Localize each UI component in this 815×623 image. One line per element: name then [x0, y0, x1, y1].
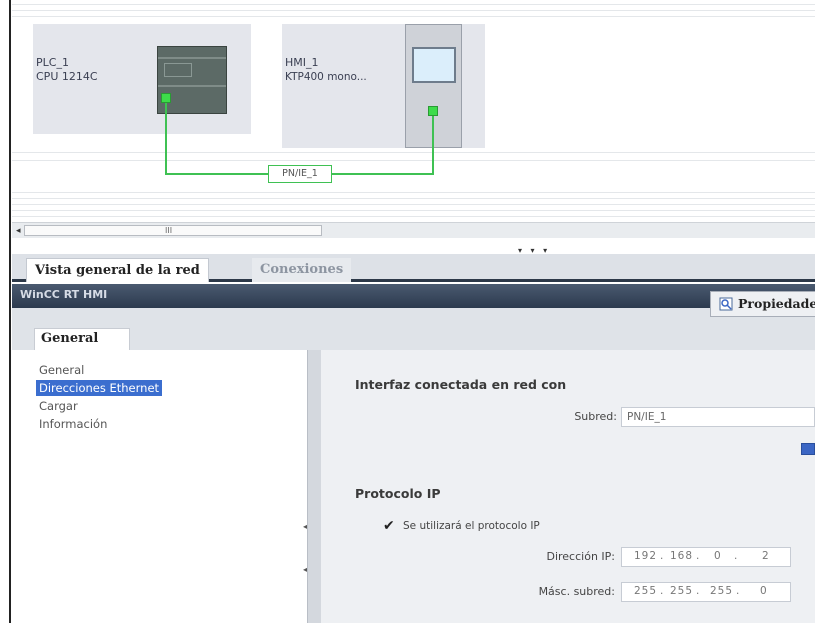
checkmark-icon[interactable]: ✔	[383, 518, 395, 534]
mask-octet: 255	[670, 585, 694, 597]
nav-splitter[interactable]: ◂ ◂	[303, 350, 321, 623]
ip-dot: .	[734, 550, 738, 562]
mask-octet: 0	[760, 585, 768, 597]
interface-section-title: Interfaz conectada en red con	[355, 377, 567, 392]
grid-line	[12, 152, 815, 153]
hmi-port-icon[interactable]	[428, 106, 438, 116]
nav-item-information[interactable]: Información	[39, 416, 107, 432]
left-edge-bar	[0, 0, 11, 623]
grid-line	[12, 210, 815, 211]
ip-octet: 168	[670, 550, 694, 562]
ip-dot: .	[660, 550, 664, 562]
subnet-field-label: Subred:	[574, 410, 617, 423]
view-tabs: Vista general de la red Conexiones	[12, 254, 815, 282]
grid-line	[12, 16, 815, 17]
tab-connections[interactable]: Conexiones	[252, 258, 352, 282]
general-tab-bar: General	[12, 308, 815, 350]
plc-module	[164, 63, 192, 77]
subnet-mask-label: Másc. subred:	[538, 585, 615, 598]
hmi-name: HMI_1	[285, 56, 319, 69]
hmi-model: KTP400 mono...	[285, 71, 367, 83]
nav-item-load[interactable]: Cargar	[39, 398, 78, 414]
inspector-title: WinCC RT HMI	[20, 288, 108, 301]
network-view[interactable]: PLC_1 CPU 1214C HMI_1 KTP400 mono... PN/…	[0, 0, 815, 222]
tab-network-overview[interactable]: Vista general de la red	[26, 258, 209, 282]
splitter-nub-icon: ◂	[303, 565, 308, 574]
plc-icon[interactable]	[157, 46, 227, 114]
plc-model: CPU 1214C	[36, 70, 98, 83]
properties-label: Propiedades	[738, 296, 815, 311]
network-wire	[165, 103, 167, 174]
ip-address-input[interactable]: 192 . 168 . 0 . 2	[621, 547, 791, 567]
ip-octet: 0	[714, 550, 722, 562]
grid-line	[12, 198, 815, 199]
plc-stripe	[158, 85, 226, 87]
grid-line	[12, 204, 815, 205]
ip-dot: .	[696, 550, 700, 562]
scroll-left-icon[interactable]: ◂	[16, 226, 21, 236]
plc-port-icon[interactable]	[161, 93, 171, 103]
nav-item-general[interactable]: General	[39, 362, 84, 378]
splitter-nub-icon: ◂	[303, 522, 308, 531]
ip-octet: 2	[762, 550, 770, 562]
nav-item-ethernet[interactable]: Direcciones Ethernet	[36, 380, 163, 396]
mask-octet: 255	[710, 585, 734, 597]
network-wire	[432, 116, 434, 175]
hmi-screen-icon	[412, 47, 456, 83]
mask-dot: .	[660, 585, 664, 597]
grid-line	[12, 216, 815, 217]
mask-dot: .	[696, 585, 700, 597]
mask-dot: .	[736, 585, 740, 597]
properties-tab[interactable]: Propiedades	[710, 291, 815, 317]
plc-name: PLC_1	[36, 56, 69, 69]
scroll-grip-icon: III	[165, 226, 173, 235]
subnet-mask-input[interactable]: 255 . 255 . 255 . 0	[621, 582, 791, 602]
property-nav: General Direcciones Ethernet Cargar Info…	[31, 350, 307, 623]
scroll-thumb[interactable]: III	[24, 225, 322, 236]
inspector-header: WinCC RT HMI Propiedades	[12, 284, 815, 317]
ip-section-title: Protocolo IP	[355, 486, 441, 501]
subnet-dropdown[interactable]: PN/IE_1	[621, 407, 815, 427]
horizontal-scrollbar[interactable]: ◂ III	[12, 222, 815, 238]
ip-octet: 192	[634, 550, 658, 562]
ip-address-label: Dirección IP:	[546, 550, 615, 563]
properties-icon	[719, 297, 733, 311]
ethernet-settings-panel: Interfaz conectada en red con Subred: PN…	[321, 350, 815, 623]
mask-octet: 255	[634, 585, 658, 597]
plc-stripe	[158, 57, 226, 59]
grid-line	[12, 192, 815, 193]
grid-line	[12, 10, 815, 11]
subnet-label[interactable]: PN/IE_1	[268, 165, 332, 183]
add-subnet-button[interactable]	[801, 443, 815, 455]
grid-line	[12, 4, 815, 5]
use-ip-label: Se utilizará el protocolo IP	[403, 520, 540, 532]
grid-line	[12, 160, 815, 161]
tab-general[interactable]: General	[34, 328, 130, 350]
